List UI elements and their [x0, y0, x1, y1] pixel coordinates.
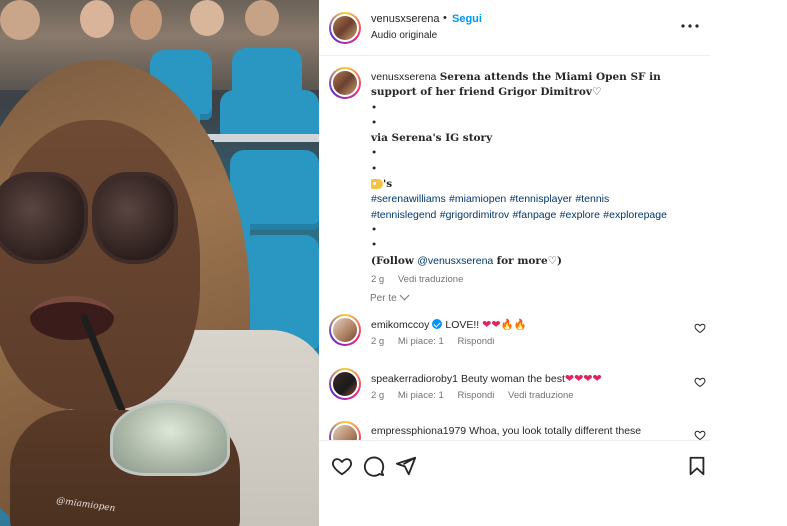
comment-time[interactable]: 2 g [371, 336, 384, 347]
commenter-avatar[interactable] [329, 314, 361, 346]
person-mouth [30, 296, 114, 340]
chevron-down-icon [399, 290, 410, 301]
post-action-bar [319, 440, 710, 526]
heart-outline-icon[interactable] [694, 429, 706, 440]
caption-meta: 2 g Vedi traduzione [371, 272, 701, 287]
comment-text: Whoa, you look totally different these [469, 425, 642, 437]
share-icon[interactable] [395, 455, 417, 477]
more-horizontal-icon[interactable] [680, 18, 700, 34]
comment-icon[interactable] [363, 455, 385, 477]
comment-text: Beuty woman the best [460, 373, 565, 385]
see-translation-button[interactable]: Vedi traduzione [398, 274, 464, 285]
caption-via: via Serena's IG story [371, 132, 493, 145]
commenter-username[interactable]: empressphiona1979 [371, 425, 466, 437]
commenter-avatar[interactable] [329, 368, 361, 400]
hashtag-link[interactable]: #tennislegend [371, 209, 436, 221]
commenter-avatar[interactable] [329, 421, 361, 440]
hashtag-link[interactable]: #tennisplayer [510, 193, 572, 205]
bookmark-icon[interactable] [686, 455, 708, 477]
follow-button[interactable]: Segui [452, 13, 482, 25]
author-avatar[interactable] [329, 12, 361, 44]
caption-time[interactable]: 2 g [371, 274, 384, 285]
hashtag-link[interactable]: #miamiopen [449, 193, 506, 205]
mention-link[interactable]: @venusxserena [417, 255, 493, 267]
commenter-username[interactable]: speakerradioroby1 [371, 373, 458, 385]
hashtags-line-2: #tennislegend #grigordimitrov #fanpage #… [371, 208, 701, 223]
hashtag-link[interactable]: #explore [560, 209, 600, 221]
hashtag-link[interactable]: #fanpage [513, 209, 557, 221]
heart-outline-icon[interactable] [694, 322, 706, 334]
post-photo[interactable]: @miamiopen [0, 0, 319, 526]
comment-item: empressphiona1979 Whoa, you look totally … [319, 421, 710, 440]
for-you-sort-toggle[interactable]: Per te [370, 290, 410, 304]
reply-button[interactable]: Rispondi [457, 336, 494, 347]
verified-badge-icon [432, 319, 443, 329]
sunglasses-left-lens [0, 172, 88, 264]
drink-cup [110, 400, 230, 476]
post-header: venusxserena • Segui Audio originale [319, 0, 710, 56]
heart-emoji: ❤❤❤❤ [564, 373, 602, 385]
see-translation-button[interactable]: Vedi traduzione [508, 390, 574, 401]
comment-likes[interactable]: Mi piace: 1 [398, 390, 444, 401]
heart-outline-icon[interactable] [694, 376, 706, 388]
post-caption: venusxserena Serena attends the Miami Op… [371, 70, 701, 287]
fire-emoji: 🔥🔥 [500, 319, 527, 331]
hashtag-link[interactable]: #serenawilliams [371, 193, 446, 205]
comments-scroll-area[interactable]: venusxserena Serena attends the Miami Op… [319, 57, 710, 440]
for-you-label: Per te [370, 293, 397, 304]
author-username[interactable]: venusxserena [371, 13, 440, 25]
heart-icon[interactable] [331, 455, 353, 477]
post-side-panel: venusxserena • Segui Audio originale ven… [319, 0, 710, 526]
caption-bullet: • [371, 223, 378, 236]
caption-author-avatar[interactable] [329, 67, 361, 99]
separator-dot: • [443, 12, 447, 24]
hashtags-line-1: #serenawilliams #miamiopen #tennisplayer… [371, 192, 701, 207]
comment-item: emikomccoy LOVE!! ❤❤🔥🔥 2 g Mi piace: 1 Ri… [319, 314, 710, 358]
caption-bullet: • [371, 147, 378, 160]
caption-username[interactable]: venusxserena [371, 71, 436, 83]
heart-emoji: ❤❤ [482, 319, 501, 331]
comment-likes[interactable]: Mi piace: 1 [398, 336, 444, 347]
comment-meta: 2 g Mi piace: 1 Rispondi [371, 336, 505, 347]
comment-item: speakerradioroby1 Beuty woman the best❤❤❤… [319, 368, 710, 412]
hashtag-link[interactable]: #explorepage [603, 209, 667, 221]
caption-bullet: • [371, 116, 378, 129]
caption-label-suffix: 's [383, 178, 393, 191]
audio-label[interactable]: Audio originale [371, 30, 437, 41]
hashtag-link[interactable]: #tennis [575, 193, 609, 205]
reply-button[interactable]: Rispondi [457, 390, 494, 401]
comment-meta: 2 g Mi piace: 1 Rispondi Vedi traduzione [371, 390, 585, 401]
comment-text: LOVE!! [445, 319, 480, 331]
comment-time[interactable]: 2 g [371, 390, 384, 401]
caption-bullet: • [371, 101, 378, 114]
hashtag-link[interactable]: #grigordimitrov [440, 209, 509, 221]
sunglasses-right-lens [92, 172, 178, 264]
follow-suffix: for more♡) [496, 254, 563, 267]
commenter-username[interactable]: emikomccoy [371, 319, 429, 331]
caption-bullet: • [371, 239, 378, 252]
label-tag-icon [371, 179, 383, 190]
caption-bullet: • [371, 162, 378, 175]
follow-prefix: (Follow [371, 254, 414, 267]
